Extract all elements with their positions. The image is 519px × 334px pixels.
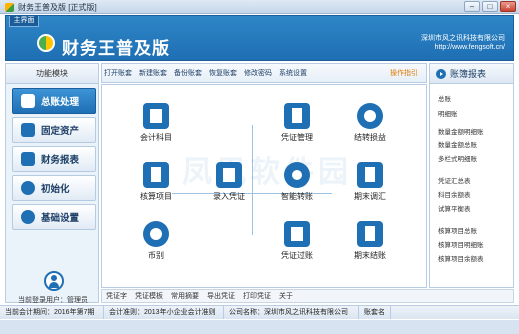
bottom-toolbar: 凭证字 凭证模板 常用摘要 导出凭证 打印凭证 关于 <box>101 289 514 303</box>
app-title: 财务王普及版 <box>62 39 170 58</box>
report-link-item-general-ledger[interactable]: 核算项目总账 <box>438 225 477 235</box>
sidebar-item-label: 基础设置 <box>41 213 80 224</box>
status-bar: 当前会计期间：2016年第7期 会计准则：2013年小企业会计准则 公司名称：深… <box>0 305 519 319</box>
reports-panel-title: 账簿报表 <box>430 64 513 84</box>
report-link-voucher-summary[interactable]: 凭证汇总表 <box>438 175 471 185</box>
function-label: 币别 <box>148 251 164 260</box>
report-link-detail-ledger[interactable]: 明细账 <box>438 108 458 118</box>
report-link-trial-balance[interactable]: 试算平衡表 <box>438 203 471 213</box>
company-website-link[interactable]: http://www.fengsoft.cn/ <box>435 44 505 51</box>
restore-account-set-link[interactable]: 恢复账套 <box>209 68 237 78</box>
pie-chart-icon <box>357 103 383 129</box>
close-button[interactable]: × <box>500 1 516 12</box>
function-label: 期末调汇 <box>354 192 386 201</box>
ledger-icon <box>21 94 35 108</box>
module-sidebar: 功能模块 总账处理 固定资产 财务报表 初始化 基础设置 当前登录用户：管理员 <box>5 63 99 304</box>
status-account-set: 账套名 <box>359 306 391 319</box>
report-link-subject-balance[interactable]: 科目余额表 <box>438 189 471 199</box>
function-panel: 凤凰软件园 会计科目 凭证管理 结转损益 核算项目 录入凭证 智能转账 期末调汇… <box>101 84 427 288</box>
report-link-general-ledger[interactable]: 总账 <box>438 93 451 103</box>
status-company: 公司名称：深圳市风之讯科技有限公司 <box>224 306 359 319</box>
header-banner: 主界面 财务王普及版 深圳市风之讯科技有限公司 http://www.fengs… <box>5 15 514 61</box>
export-voucher-link[interactable]: 导出凭证 <box>207 291 235 301</box>
currency-icon <box>143 221 169 247</box>
function-label: 会计科目 <box>140 133 172 142</box>
function-account-subjects[interactable]: 会计科目 <box>124 103 188 143</box>
sidebar-item-label: 总账处理 <box>41 97 80 108</box>
window-controls: – □ × <box>464 1 516 12</box>
new-account-set-link[interactable]: 新建账套 <box>139 68 167 78</box>
sidebar-item-settings[interactable]: 基础设置 <box>12 204 96 230</box>
account-book-icon <box>143 103 169 129</box>
function-post-voucher[interactable]: 凭证过账 <box>265 221 329 261</box>
operation-guide-link[interactable]: 操作指引 <box>390 68 418 78</box>
sidebar-item-reports[interactable]: 财务报表 <box>12 146 96 172</box>
function-label: 期末结账 <box>354 251 386 260</box>
function-label: 录入凭证 <box>213 192 245 201</box>
report-link-qty-amount-detail[interactable]: 数量金额明细账 <box>438 126 484 136</box>
function-label: 核算项目 <box>140 192 172 201</box>
sidebar-title: 功能模块 <box>6 64 98 84</box>
asset-icon <box>21 123 35 137</box>
backup-account-set-link[interactable]: 备份账套 <box>174 68 202 78</box>
sidebar-item-label: 财务报表 <box>41 155 80 166</box>
smart-transfer-icon <box>284 162 310 188</box>
settings-icon <box>21 210 35 224</box>
open-account-set-link[interactable]: 打开账套 <box>104 68 132 78</box>
function-label: 结转损益 <box>354 133 386 142</box>
accounting-item-icon <box>143 162 169 188</box>
window-footer <box>0 320 519 334</box>
maximize-button[interactable]: □ <box>482 1 498 12</box>
exchange-adjust-icon <box>357 162 383 188</box>
company-name: 深圳市风之讯科技有限公司 <box>421 35 505 42</box>
period-close-icon <box>357 221 383 247</box>
main-toolbar: 打开账套 新建账套 备份账套 恢复账套 修改密码 系统设置 操作指引 <box>101 63 427 83</box>
tab-home[interactable]: 主界面 <box>9 16 39 27</box>
product-logo-icon <box>37 34 55 52</box>
window-title: 财务王普及版 [正式版] <box>18 3 97 12</box>
sidebar-item-fixed-assets[interactable]: 固定资产 <box>12 117 96 143</box>
function-voucher-management[interactable]: 凭证管理 <box>265 103 329 143</box>
report-icon <box>21 152 35 166</box>
app-logo-icon <box>5 3 14 12</box>
status-period: 当前会计期间：2016年第7期 <box>0 306 104 319</box>
print-voucher-link[interactable]: 打印凭证 <box>243 291 271 301</box>
function-period-exchange-adjust[interactable]: 期末调汇 <box>338 162 402 202</box>
function-label: 智能转账 <box>281 192 313 201</box>
system-settings-link[interactable]: 系统设置 <box>279 68 307 78</box>
sidebar-item-initialize[interactable]: 初始化 <box>12 175 96 201</box>
report-link-qty-amount-general[interactable]: 数量金额总账 <box>438 139 477 149</box>
function-carry-forward-profit[interactable]: 结转损益 <box>338 103 402 143</box>
function-enter-voucher[interactable]: 录入凭证 <box>197 162 261 202</box>
function-label: 凭证过账 <box>281 251 313 260</box>
voucher-manage-icon <box>284 103 310 129</box>
user-avatar-icon <box>44 271 64 291</box>
about-link[interactable]: 关于 <box>279 291 293 301</box>
report-link-multi-column-detail[interactable]: 多栏式明细账 <box>438 153 477 163</box>
init-icon <box>21 181 35 195</box>
report-link-item-balance[interactable]: 核算项目余额表 <box>438 253 484 263</box>
current-user: 当前登录用户：管理员 <box>18 297 88 304</box>
change-password-link[interactable]: 修改密码 <box>244 68 272 78</box>
function-smart-transfer[interactable]: 智能转账 <box>265 162 329 202</box>
voucher-word-link[interactable]: 凭证字 <box>106 291 127 301</box>
ledger-reports-panel: 账簿报表 总账 明细账 数量金额明细账 数量金额总账 多栏式明细账 凭证汇总表 … <box>429 63 514 288</box>
enter-voucher-icon <box>216 162 242 188</box>
common-summary-link[interactable]: 常用摘要 <box>171 291 199 301</box>
post-voucher-icon <box>284 221 310 247</box>
voucher-template-link[interactable]: 凭证模板 <box>135 291 163 301</box>
function-label: 凭证管理 <box>281 133 313 142</box>
report-link-item-detail-ledger[interactable]: 核算项目明细账 <box>438 239 484 249</box>
function-period-close[interactable]: 期末结账 <box>338 221 402 261</box>
function-currency[interactable]: 币别 <box>124 221 188 261</box>
function-accounting-items[interactable]: 核算项目 <box>124 162 188 202</box>
sidebar-item-label: 固定资产 <box>41 126 80 137</box>
status-accounting-standard: 会计准则：2013年小企业会计准则 <box>104 306 224 319</box>
window-titlebar: 财务王普及版 [正式版] – □ × <box>0 0 519 14</box>
minimize-button[interactable]: – <box>464 1 480 12</box>
sidebar-item-ledger[interactable]: 总账处理 <box>12 88 96 114</box>
sidebar-item-label: 初始化 <box>41 184 70 195</box>
